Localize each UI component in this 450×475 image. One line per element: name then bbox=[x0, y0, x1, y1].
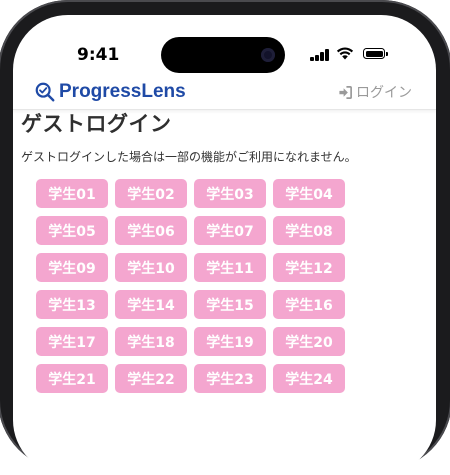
student-button[interactable]: 学生22 bbox=[115, 364, 187, 393]
student-button[interactable]: 学生19 bbox=[194, 327, 266, 356]
student-button[interactable]: 学生05 bbox=[36, 216, 108, 245]
brand-logo-text[interactable]: ProgressLens bbox=[59, 81, 186, 103]
battery-icon bbox=[363, 48, 385, 59]
student-button[interactable]: 学生09 bbox=[36, 253, 108, 282]
student-button[interactable]: 学生17 bbox=[36, 327, 108, 356]
student-button[interactable]: 学生11 bbox=[194, 253, 266, 282]
login-label: ログイン bbox=[356, 85, 412, 101]
student-button[interactable]: 学生12 bbox=[273, 253, 345, 282]
student-button[interactable]: 学生21 bbox=[36, 364, 108, 393]
student-button[interactable]: 学生24 bbox=[273, 364, 345, 393]
wifi-icon bbox=[336, 47, 354, 60]
battery-cap bbox=[386, 52, 388, 56]
student-button[interactable]: 学生01 bbox=[36, 179, 108, 208]
student-button[interactable]: 学生13 bbox=[36, 290, 108, 319]
app-header: ProgressLens ログイン bbox=[13, 77, 436, 110]
dynamic-island bbox=[161, 37, 285, 73]
student-button[interactable]: 学生18 bbox=[115, 327, 187, 356]
camera-icon bbox=[261, 48, 275, 62]
guest-login-notice: ゲストログインした場合は一部の機能がご利用になれません。 bbox=[21, 150, 357, 164]
student-button[interactable]: 学生04 bbox=[273, 179, 345, 208]
student-button[interactable]: 学生10 bbox=[115, 253, 187, 282]
student-button[interactable]: 学生15 bbox=[194, 290, 266, 319]
login-link[interactable]: ログイン bbox=[338, 82, 412, 102]
status-time: 9:41 bbox=[77, 45, 120, 65]
status-bar: 9:41 bbox=[13, 15, 436, 85]
student-button[interactable]: 学生14 bbox=[115, 290, 187, 319]
page-title: ゲストログイン bbox=[21, 112, 172, 136]
student-button[interactable]: 学生03 bbox=[194, 179, 266, 208]
sign-in-icon bbox=[339, 85, 352, 99]
student-button[interactable]: 学生06 bbox=[115, 216, 187, 245]
student-button[interactable]: 学生02 bbox=[115, 179, 187, 208]
student-button[interactable]: 学生23 bbox=[194, 364, 266, 393]
student-button[interactable]: 学生07 bbox=[194, 216, 266, 245]
signal-icon bbox=[310, 49, 330, 61]
student-button[interactable]: 学生20 bbox=[273, 327, 345, 356]
student-button-grid: 学生01 学生02 学生03 学生04 学生05 学生06 学生07 学生08 … bbox=[36, 179, 345, 393]
magnifier-check-icon bbox=[35, 82, 55, 102]
student-button[interactable]: 学生16 bbox=[273, 290, 345, 319]
student-button[interactable]: 学生08 bbox=[273, 216, 345, 245]
